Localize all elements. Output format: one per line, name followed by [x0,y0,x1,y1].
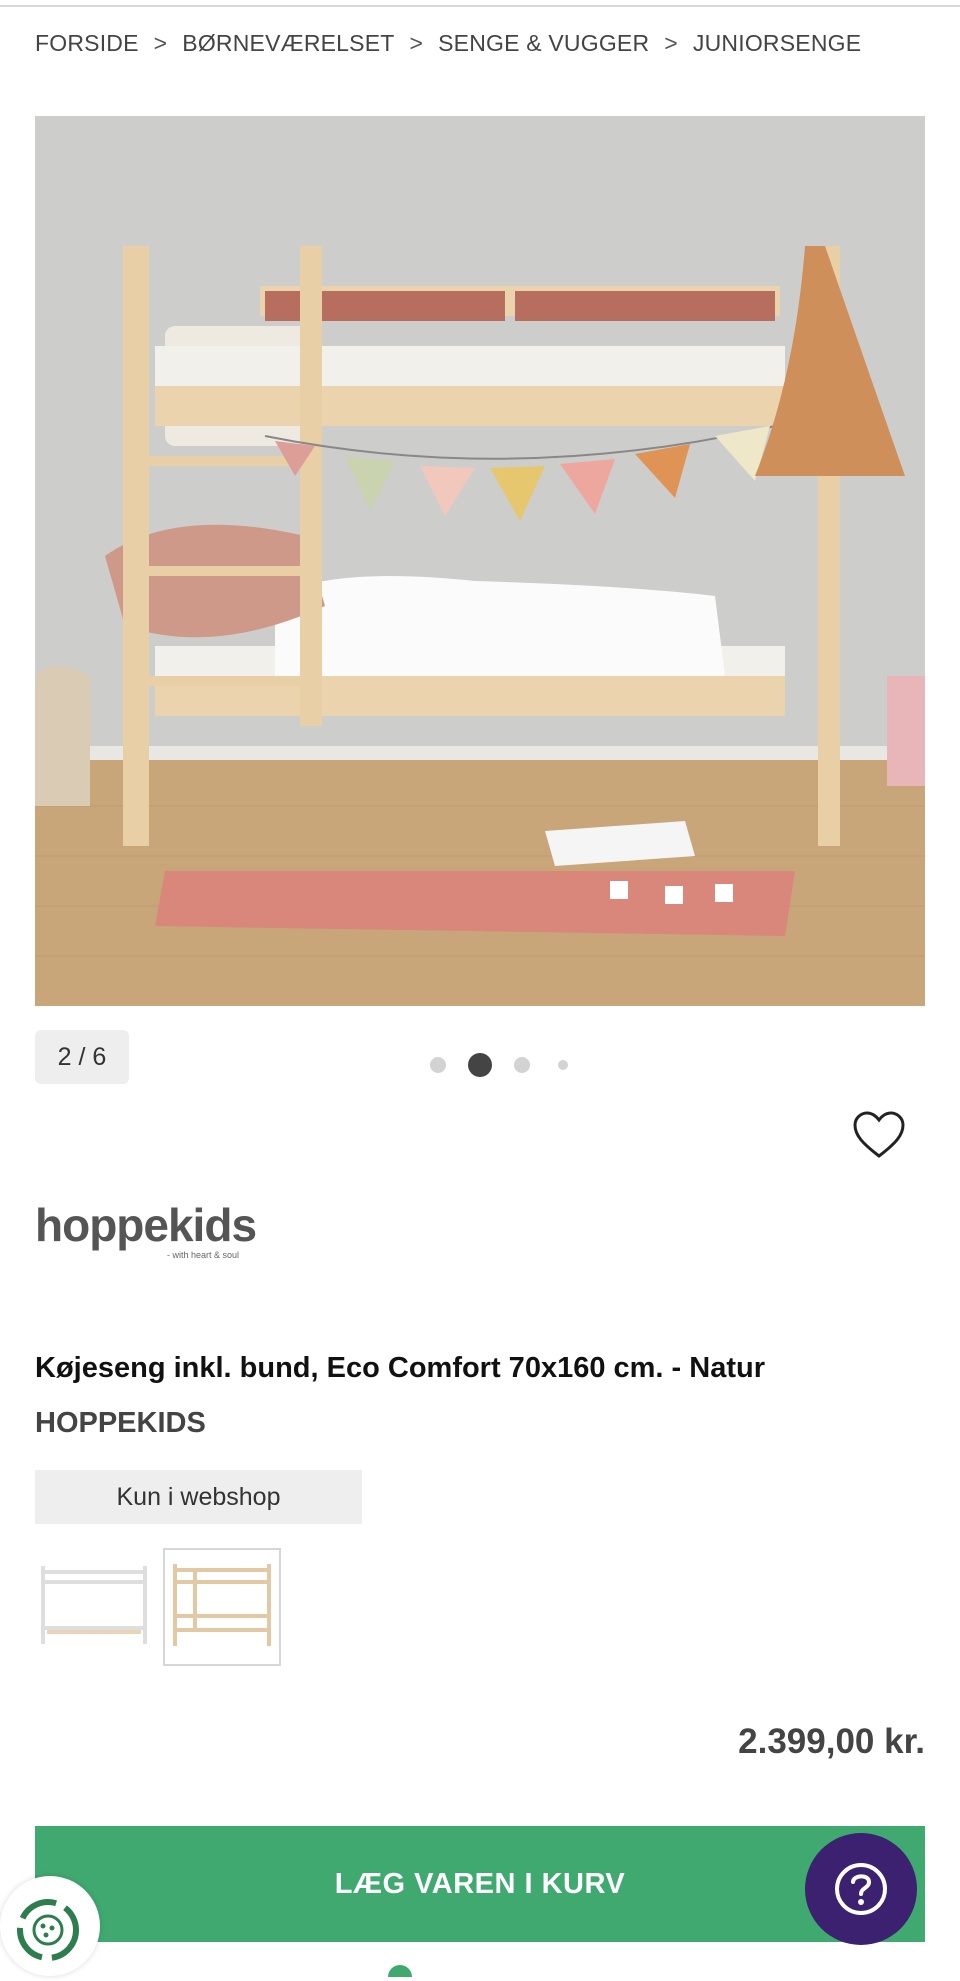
variant-white-thumbnail [41,1566,147,1644]
question-icon [835,1863,887,1915]
bunk-bed-photo [35,116,925,1006]
add-to-cart-button[interactable]: LÆG VAREN I KURV [35,1826,925,1942]
help-chat-button[interactable] [805,1833,917,1945]
heart-icon [853,1111,905,1158]
webshop-only-badge: Kun i webshop [35,1470,362,1524]
breadcrumb: FORSIDE > BØRNEVÆRELSET > SENGE & VUGGER… [35,30,861,57]
product-price: 2.399,00 kr. [738,1722,925,1761]
gallery-dot[interactable] [514,1057,530,1073]
gallery-dot[interactable] [430,1057,446,1073]
top-divider [0,5,960,7]
variant-white[interactable] [35,1548,153,1666]
breadcrumb-juniorsenge[interactable]: JUNIORSENGE [693,30,861,57]
stock-status-icon [388,1965,412,1977]
gallery-dot-active[interactable] [468,1053,492,1077]
breadcrumb-senge-vugger[interactable]: SENGE & VUGGER [438,30,649,57]
breadcrumb-home[interactable]: FORSIDE [35,30,139,57]
variant-natur[interactable] [163,1548,281,1666]
gallery-counter: 2 / 6 [35,1030,129,1084]
eco-badge[interactable] [0,1876,100,1976]
product-brand[interactable]: HOPPEKIDS [35,1407,206,1440]
hoppekids-logo: hoppekids - with heart & soul [35,1199,257,1260]
breadcrumb-separator: > [153,30,168,56]
recycle-icon [17,1899,79,1961]
product-title: Køjeseng inkl. bund, Eco Comfort 70x160 … [35,1352,765,1384]
gallery-dot[interactable] [558,1060,568,1070]
svg-text:- with heart & soul: - with heart & soul [167,1250,239,1260]
favorite-button[interactable] [852,1110,906,1160]
svg-text:hoppekids: hoppekids [35,1199,256,1251]
variant-natur-thumbnail [173,1564,271,1646]
breadcrumb-boernevaerelset[interactable]: BØRNEVÆRELSET [182,30,394,57]
gallery-pagination [430,1053,570,1079]
breadcrumb-separator: > [664,30,678,56]
brand-logo[interactable]: hoppekids - with heart & soul [35,1196,275,1266]
breadcrumb-separator: > [409,30,424,56]
product-image[interactable] [35,116,925,1006]
